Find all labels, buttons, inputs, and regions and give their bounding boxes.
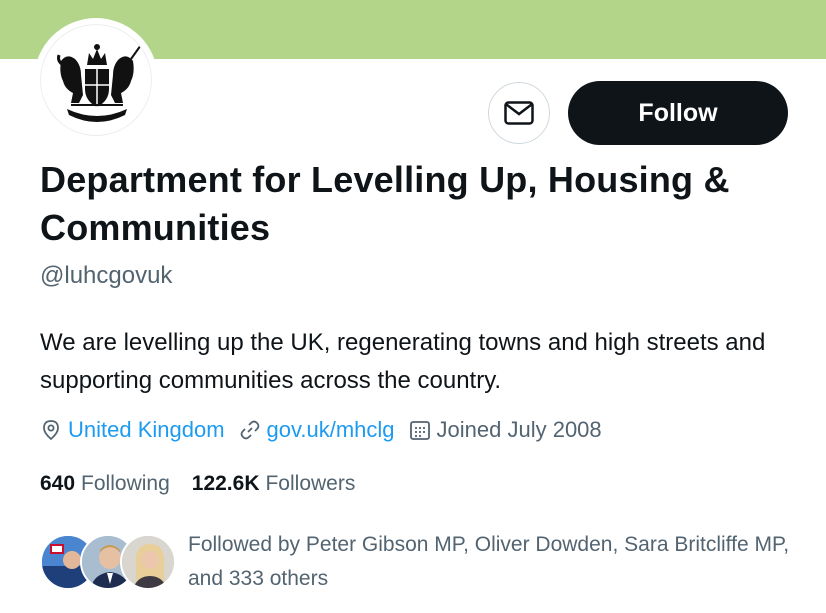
joined-text: Joined July 2008 <box>436 417 602 442</box>
profile-handle: @luhcgovuk <box>40 262 173 289</box>
calendar-icon <box>409 421 430 440</box>
location-pin-icon <box>43 420 59 441</box>
profile-avatar-frame <box>34 18 158 142</box>
follow-counts: 640 Following 122.6K Followers <box>40 472 377 496</box>
following-count-link[interactable]: 640 Following <box>40 472 170 496</box>
profile-location: United Kingdom <box>40 417 225 443</box>
follow-button[interactable]: Follow <box>568 81 788 145</box>
link-icon <box>240 420 259 440</box>
followers-label: Followers <box>265 472 356 495</box>
website-link[interactable]: gov.uk/mhclg <box>267 417 395 443</box>
profile-display-name: Department for Levelling Up, Housing & C… <box>40 159 730 248</box>
profile-avatar[interactable] <box>40 24 152 136</box>
followed-by-text[interactable]: Followed by Peter Gibson MP, Oliver Dowd… <box>188 528 798 596</box>
followers-count-link[interactable]: 122.6K Followers <box>192 472 356 496</box>
message-button[interactable] <box>488 82 550 144</box>
profile-bio: We are levelling up the UK, regenerating… <box>40 329 766 394</box>
profile-metadata: United Kingdom gov.uk/mhclg Joined July … <box>40 413 616 447</box>
profile-website: gov.uk/mhclg <box>239 417 395 443</box>
royal-coat-of-arms-icon <box>57 44 142 122</box>
following-label: Following <box>81 472 170 495</box>
location-text[interactable]: United Kingdom <box>68 417 225 443</box>
followed-by-avatars[interactable] <box>40 534 180 594</box>
following-count: 640 <box>40 472 76 495</box>
followers-count: 122.6K <box>191 472 260 495</box>
envelope-icon <box>504 101 534 125</box>
profile-joined: Joined July 2008 <box>409 417 602 443</box>
follower-avatar <box>120 534 176 590</box>
